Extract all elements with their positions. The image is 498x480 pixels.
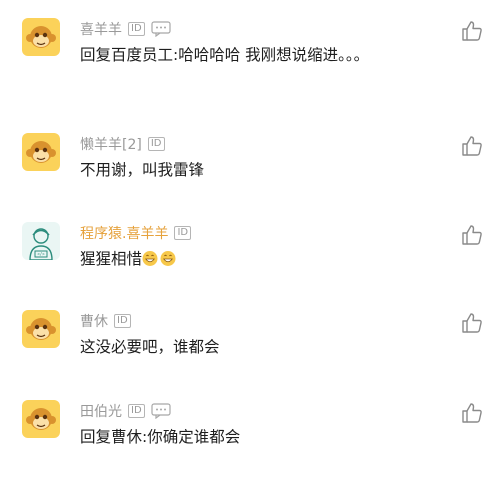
thumbs-up-icon[interactable] [461, 402, 483, 424]
comment-meta: 喜羊羊 ID [80, 19, 171, 39]
comment-meta: 程序猿.喜羊羊 ID [80, 223, 197, 243]
comment-text: 这没必要吧，谁都会 [80, 338, 220, 356]
username[interactable]: 曹休 [80, 311, 108, 331]
monkey-avatar-icon[interactable] [22, 133, 60, 171]
svg-text:</>: </> [37, 252, 45, 257]
id-badge: ID [128, 404, 145, 418]
monkey-avatar-icon[interactable] [22, 310, 60, 348]
comment-text: 回复曹休:你确定谁都会 [80, 428, 241, 446]
username[interactable]: 程序猿.喜羊羊 [80, 223, 168, 243]
comment-meta: 懒羊羊[2] ID [80, 134, 171, 154]
comment-meta: 曹休 ID [80, 311, 137, 331]
username[interactable]: 喜羊羊 [80, 19, 122, 39]
comment-meta: 田伯光 ID [80, 401, 171, 421]
monkey-avatar-icon[interactable] [22, 18, 60, 56]
programmer-avatar-icon[interactable]: </> [22, 222, 60, 260]
thumbs-up-icon[interactable] [461, 312, 483, 334]
id-badge: ID [147, 137, 165, 151]
message-icon[interactable] [151, 403, 171, 420]
id-badge: ID [128, 22, 145, 36]
username[interactable]: 田伯光 [80, 401, 122, 421]
message-icon[interactable] [151, 21, 171, 38]
id-badge: ID [174, 226, 192, 240]
id-badge: ID [114, 314, 131, 328]
monkey-avatar-icon[interactable] [22, 400, 60, 438]
grinning-emoji-icon [142, 249, 178, 275]
thumbs-up-icon[interactable] [461, 20, 483, 42]
comment-text: 不用谢，叫我雷锋 [80, 161, 205, 179]
username[interactable]: 懒羊羊[2] [80, 134, 142, 154]
thumbs-up-icon[interactable] [461, 224, 483, 246]
comment-text: 回复百度员工:哈哈哈哈 我刚想说缩进。。。 [80, 46, 370, 64]
comment-text-wrap: 猩猩相惜 [80, 246, 440, 275]
thumbs-up-icon[interactable] [461, 135, 483, 157]
comment-text: 猩猩相惜 [80, 250, 143, 268]
